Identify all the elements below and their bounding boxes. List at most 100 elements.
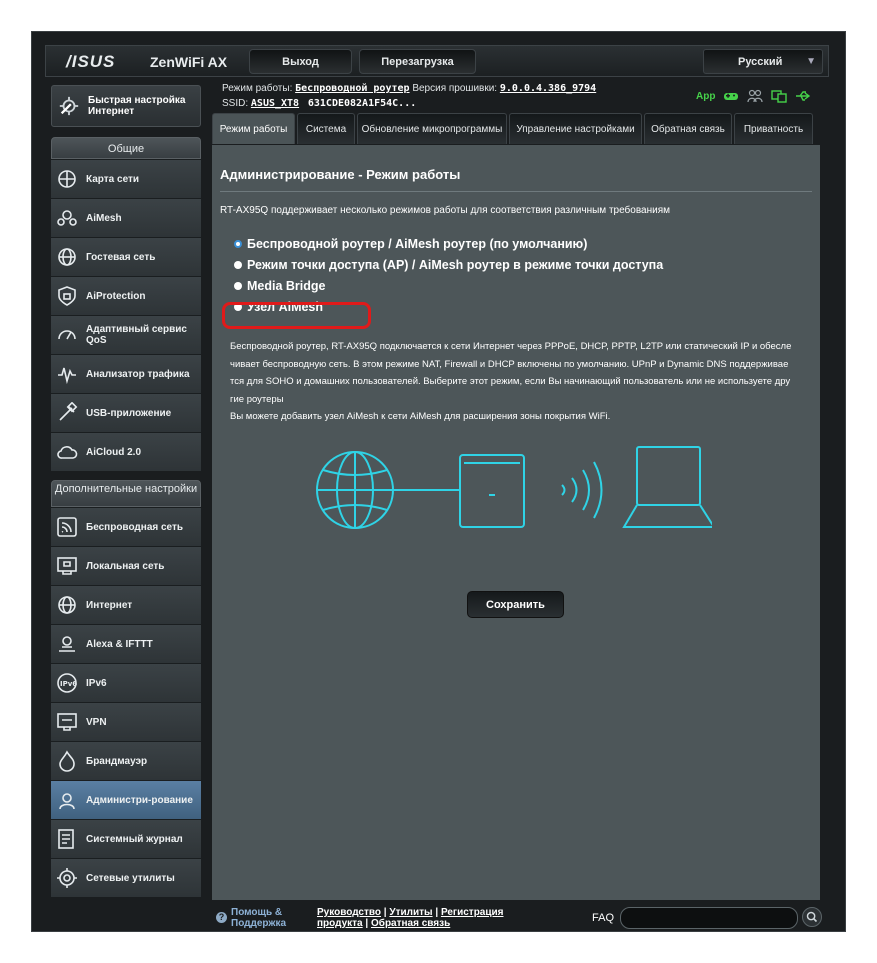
mode-option[interactable]: Беспроводной роутер / AiMesh роутер (по … [234,233,663,254]
devices-icon[interactable] [771,89,788,103]
ssid-label: SSID: [222,98,249,109]
general-header: Общие [51,137,201,159]
app-link[interactable]: App [696,91,715,102]
mode-option[interactable]: Режим точки доступа (AP) / AiMesh роутер… [234,254,663,275]
help-line1: Помощь & [231,907,283,918]
tab-4[interactable]: Обратная связь [644,113,732,144]
manual-link[interactable]: Руководство [317,907,381,918]
help-icon: ? [216,912,227,923]
sidebar-item-network-map[interactable]: Карта сети [51,159,201,198]
sidebar-item-label: Анализатор трафика [86,368,190,380]
page-description: RT-AX95Q поддерживает несколько режимов … [220,205,671,216]
sidebar-item-label: Беспроводная сеть [86,521,184,533]
sidebar-item-aicloud[interactable]: AiCloud 2.0 [51,432,201,471]
tab-5[interactable]: Приватность [734,113,813,144]
svg-text:IPv6: IPv6 [60,680,77,688]
guest-network-icon [58,248,76,266]
sidebar-item-aiprotection[interactable]: AiProtection [51,276,201,315]
description-line: гие роутеры [230,393,284,405]
title-divider [220,191,812,192]
sidebar-item-label: Гостевая сеть [86,251,156,263]
sidebar-item-traffic-analyzer[interactable]: Анализатор трафика [51,354,201,393]
sidebar-item-vpn[interactable]: VPN [51,702,201,741]
footer: ? Помощь & Поддержка Руководство | Утили… [212,904,822,929]
reboot-button[interactable]: Перезагрузка [359,49,476,74]
sidebar-item-administration[interactable]: Администри-рование [51,780,201,819]
language-select[interactable]: Русский ▼ [703,49,823,74]
tab-2[interactable]: Обновление микропрограммы [357,113,507,144]
sidebar-item-label: AiCloud 2.0 [86,446,142,458]
wireless-icon [57,517,77,537]
utilities-link[interactable]: Утилиты [389,907,432,918]
save-button[interactable]: Сохранить [467,591,564,618]
help-support-link[interactable]: Помощь & Поддержка [231,907,286,929]
radio-button[interactable] [234,260,242,269]
gamepad-icon[interactable] [723,89,739,103]
sidebar-item-label: Alexa & IFTTT [86,638,153,650]
globe-icon [316,451,394,529]
sidebar-advanced-group: Дополнительные настройки Беспроводная се… [51,480,201,897]
search-icon [806,911,818,923]
sidebar-item-system-log[interactable]: Системный журнал [51,819,201,858]
sidebar-item-label: IPv6 [86,677,107,689]
sidebar-item-label: AiProtection [86,290,146,302]
top-bar: /ISUS ZenWiFi AX Выход Перезагрузка Русс… [45,45,829,77]
chevron-down-icon: ▼ [806,56,816,67]
tab-0[interactable]: Режим работы [212,113,295,144]
sidebar-item-guest-network[interactable]: Гостевая сеть [51,237,201,276]
product-link[interactable]: продукта [317,918,363,929]
mode-diagram [316,446,712,529]
aiprotection-icon [58,286,76,306]
mode-value-link[interactable]: Беспроводной роутер [295,83,409,94]
sidebar-item-qos[interactable]: Адаптивный сервис QoS [51,315,201,354]
sidebar-item-network-tools[interactable]: Сетевые утилиты [51,858,201,897]
sidebar-item-label: VPN [86,716,107,728]
quick-setup-button[interactable]: Быстрая настройка Интернет [51,85,201,127]
usb-status-icon[interactable] [795,89,811,103]
language-value: Русский [738,55,783,68]
sidebar-item-usb[interactable]: USB-приложение [51,393,201,432]
sidebar-item-wan-globe[interactable]: Интернет [51,585,201,624]
firmware-value-link[interactable]: 9.0.0.4.386_9794 [500,83,596,94]
sidebar-item-wireless[interactable]: Беспроводная сеть [51,507,201,546]
sidebar-item-alexa[interactable]: Alexa & IFTTT [51,624,201,663]
quick-setup-label: Быстрая настройка Интернет [88,95,186,117]
sidebar-item-label: Интернет [86,599,133,611]
ssid-value-link[interactable]: ASUS_XT8 [251,98,299,109]
firmware-label: Версия прошивки: [412,83,498,94]
traffic-analyzer-icon [58,367,76,385]
mode-option[interactable]: Media Bridge [234,275,663,296]
asus-logo: /ISUS [66,52,116,71]
sidebar-item-lan[interactable]: Локальная сеть [51,546,201,585]
sidebar-item-firewall[interactable]: Брандмауэр [51,741,201,780]
feedback-link[interactable]: Обратная связь [371,918,450,929]
tab-3[interactable]: Управление настройками [509,113,642,144]
radio-button[interactable] [234,239,242,248]
network-map-icon [58,170,76,188]
wan-globe-icon [58,596,76,614]
users-icon[interactable] [747,89,764,103]
router-admin-window: /ISUS ZenWiFi AX Выход Перезагрузка Русс… [31,31,846,932]
sidebar-item-ipv6[interactable]: IPv6 IPv6 [51,663,201,702]
sidebar-item-aimesh[interactable]: AiMesh [51,198,201,237]
faq-search-input[interactable] [620,907,798,929]
status-info: Режим работы: Беспроводной роутер Версия… [222,81,596,111]
laptop-icon [622,446,712,528]
lan-icon [57,557,77,575]
vpn-icon [57,713,77,731]
sidebar-item-label: Локальная сеть [86,560,165,572]
sidebar-item-label: AiMesh [86,212,122,224]
faq-label: FAQ [592,912,615,924]
sidebar-item-label: Администри-рование [86,794,193,806]
tab-1[interactable]: Система [297,113,355,144]
mode-option-label: Беспроводной роутер / AiMesh роутер (по … [247,236,588,251]
description-line: тся для SOHO и домашних пользователей. В… [230,376,791,387]
registration-link[interactable]: Регистрация [441,907,504,918]
sidebar-item-label: Карта сети [86,173,140,185]
logout-button[interactable]: Выход [249,49,352,74]
description-line: чивает беспроводную сеть. В этом режиме … [230,358,789,370]
search-button[interactable] [802,907,822,927]
mode-option-label: Media Bridge [247,278,326,293]
radio-button[interactable] [234,281,242,290]
aimesh-icon [57,210,77,226]
